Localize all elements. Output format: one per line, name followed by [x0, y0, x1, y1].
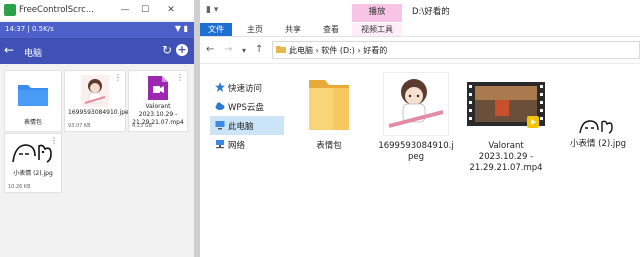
forward-arrow-icon[interactable]: →: [224, 44, 232, 55]
status-time: 14:37 | 0.5K/s: [5, 25, 54, 33]
breadcrumb: 此电脑 › 软件 (D:) › 好看的: [289, 46, 388, 55]
sidebar-item-this-pc[interactable]: 此电脑: [210, 116, 284, 135]
sidebar-item-wps-cloud[interactable]: WPS云盘: [210, 97, 284, 116]
add-icon[interactable]: +: [176, 44, 188, 56]
sidebar-item-label: WPS云盘: [228, 103, 264, 113]
mirror-title-bar[interactable]: FreeControlScrc... — ☐ ✕: [0, 0, 194, 20]
app-toolbar: ← 电脑 ↻ +: [0, 38, 194, 64]
star-icon: [215, 82, 225, 92]
file-item[interactable]: 1699593084910.jpeg: [376, 71, 456, 163]
refresh-icon[interactable]: ↻: [162, 43, 172, 57]
cloud-icon: [215, 102, 225, 110]
more-options-icon[interactable]: ⋮: [176, 73, 184, 82]
file-name: 表情包: [316, 141, 342, 151]
maximize-icon[interactable]: ☐: [138, 3, 152, 17]
file-card[interactable]: 表情包: [4, 70, 62, 132]
folder-icon: [18, 85, 48, 106]
phone-status-bar: 14:37 | 0.5K/s ▼ ▮: [0, 22, 194, 38]
file-card[interactable]: ⋮ 小表情 (2).jpg 10.26 KB: [4, 133, 62, 193]
up-arrow-icon[interactable]: ↑: [255, 44, 263, 55]
file-card[interactable]: ⋮ Valorant 2023.10.29 - 21.29.21.07.mp4 …: [128, 70, 188, 132]
sidebar-item-label: 网络: [228, 141, 246, 151]
tab-share[interactable]: 共享: [278, 23, 308, 36]
file-size: 10.26 KB: [8, 184, 31, 190]
sidebar-item-network[interactable]: 网络: [210, 135, 284, 154]
signal-battery-icon: ▼ ▮: [174, 24, 188, 33]
close-icon[interactable]: ✕: [164, 3, 178, 17]
phone-mirror-window: FreeControlScrc... — ☐ ✕ 14:37 | 0.5K/s …: [0, 0, 194, 257]
file-item[interactable]: 小表情 (2).jpg: [558, 118, 638, 150]
file-name: 表情包: [23, 119, 42, 126]
more-options-icon[interactable]: ⋮: [114, 73, 122, 82]
file-name: Valorant 2023.10.29 - 21.29.21.07.mp4: [469, 141, 543, 173]
file-name: 1699593084910.jpeg: [378, 141, 454, 162]
quick-access-toolbar-icon[interactable]: ▮ ▾: [206, 5, 218, 15]
tab-video-tools[interactable]: 视频工具: [352, 23, 402, 36]
sidebar-item-quick-access[interactable]: 快速访问: [210, 78, 284, 97]
mirror-window-title: FreeControlScrc...: [19, 5, 94, 15]
window-path-title: D:\好看的: [412, 7, 450, 17]
video-file-icon: [148, 76, 168, 100]
image-thumbnail: [81, 75, 109, 107]
file-explorer-window: ▮ ▾ 播放 D:\好看的 文件 主页 共享 查看 视频工具 ← → ▾ ↑ 此…: [200, 0, 640, 257]
file-card[interactable]: ⋮ 1699593084910.jpeg 93.07 KB: [64, 70, 133, 132]
sticker-thumbnail: [579, 120, 613, 134]
file-name: 1699593084910.jpeg: [68, 109, 133, 116]
explorer-title-bar: ▮ ▾ 播放 D:\好看的: [200, 0, 640, 22]
network-icon: [216, 140, 224, 149]
computer-icon: [215, 121, 225, 130]
back-arrow-icon[interactable]: ←: [206, 44, 214, 55]
file-size: 4.23 GB: [132, 123, 153, 129]
file-name: 小表情 (2).jpg: [569, 139, 627, 149]
tab-home[interactable]: 主页: [240, 23, 270, 36]
back-arrow-icon[interactable]: ←: [4, 44, 14, 56]
file-name: 小表情 (2).jpg: [13, 170, 53, 177]
navigation-bar: ← → ▾ ↑ 此电脑 › 软件 (D:) › 好看的: [200, 37, 640, 64]
tab-file[interactable]: 文件: [200, 23, 232, 36]
sticker-thumbnail: [12, 144, 52, 163]
navigation-pane: 快速访问 WPS云盘 此电脑 网络: [210, 78, 284, 154]
file-size: 93.07 KB: [68, 123, 91, 129]
minimize-icon[interactable]: —: [118, 3, 132, 17]
video-thumbnail: [467, 82, 545, 128]
contextual-tab-play[interactable]: 播放: [352, 4, 402, 22]
sidebar-item-label: 快速访问: [228, 84, 263, 94]
file-item[interactable]: 表情包: [293, 74, 365, 152]
image-thumbnail: [382, 71, 450, 137]
folder-icon: [276, 46, 286, 53]
folder-icon: [309, 80, 349, 130]
ribbon-tabs: 文件 主页 共享 查看 视频工具: [200, 22, 640, 37]
tab-view[interactable]: 查看: [316, 23, 346, 36]
recent-dropdown-icon[interactable]: ▾: [242, 46, 246, 55]
app-icon: [4, 4, 16, 16]
address-bar[interactable]: 此电脑 › 软件 (D:) › 好看的: [272, 41, 640, 59]
file-item[interactable]: Valorant 2023.10.29 - 21.29.21.07.mp4: [464, 72, 548, 174]
toolbar-title: 电脑: [24, 49, 43, 59]
sidebar-item-label: 此电脑: [228, 122, 254, 132]
